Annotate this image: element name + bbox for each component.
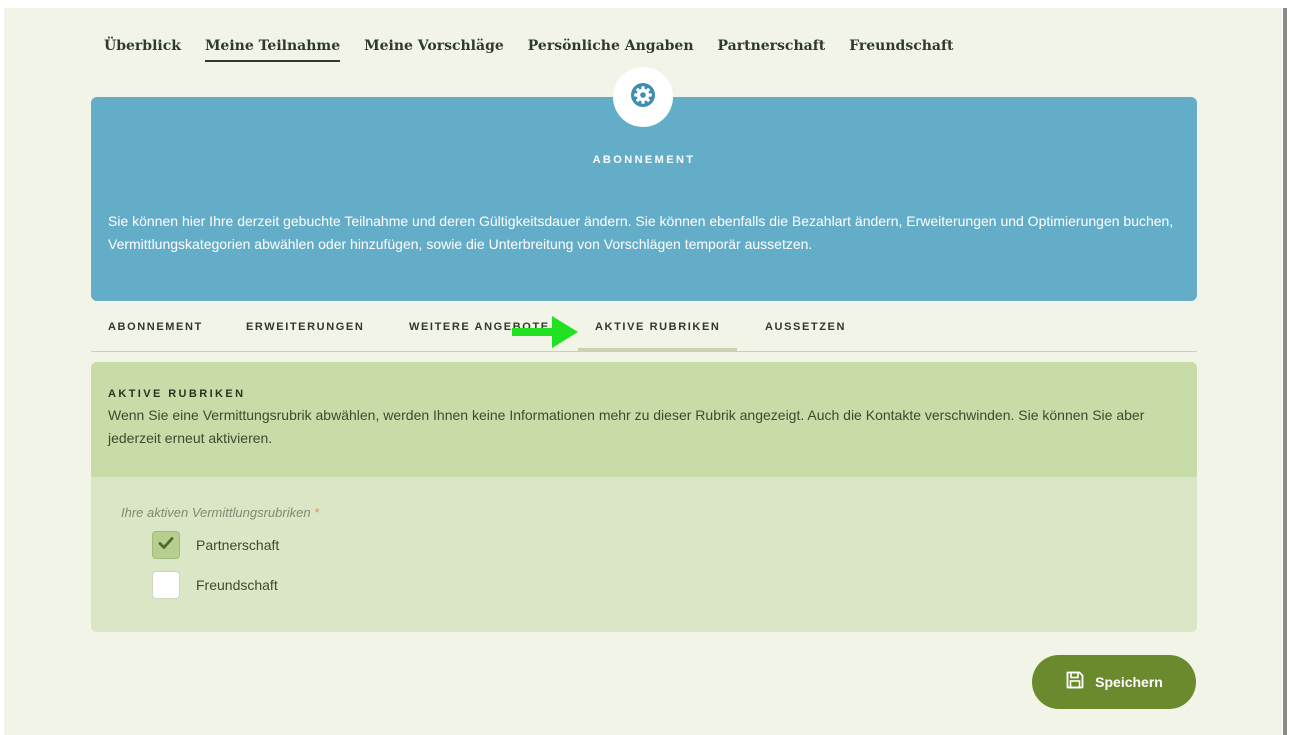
info-banner: ABONNEMENT Sie können hier Ihre derzeit … [91, 97, 1197, 301]
arrow-right-icon [512, 314, 578, 355]
checkbox-label: Partnerschaft [196, 537, 280, 553]
subscription-tabs: ABONNEMENT ERWEITERUNGEN WEITERE ANGEBOT… [91, 313, 1197, 352]
field-label: Ihre aktiven Vermittlungsrubriken * [121, 505, 1197, 520]
nav-item-meine-vorschlaege[interactable]: Meine Vorschläge [364, 38, 504, 62]
panel-header: AKTIVE RUBRIKEN Wenn Sie eine Vermittung… [91, 362, 1197, 477]
banner-description: Sie können hier Ihre derzeit gebuchte Te… [108, 213, 1174, 252]
top-navigation: Überblick Meine Teilnahme Meine Vorschlä… [104, 38, 977, 62]
option-freundschaft[interactable]: Freundschaft [152, 571, 278, 599]
tab-abonnement[interactable]: ABONNEMENT [108, 321, 203, 351]
nav-item-freundschaft[interactable]: Freundschaft [849, 38, 953, 62]
banner-icon-badge [613, 67, 673, 127]
checkbox-partnerschaft[interactable] [152, 531, 180, 559]
checkbox-freundschaft[interactable] [152, 571, 180, 599]
panel-body: Ihre aktiven Vermittlungsrubriken * Partn… [91, 477, 1197, 599]
required-marker: * [314, 505, 320, 520]
nav-item-ueberblick[interactable]: Überblick [104, 38, 181, 62]
nav-item-partnerschaft[interactable]: Partnerschaft [718, 38, 826, 62]
active-categories-panel: AKTIVE RUBRIKEN Wenn Sie eine Vermittung… [91, 362, 1197, 632]
checkmark-icon [158, 536, 174, 555]
panel-description: Wenn Sie eine Vermittungsrubrik abwählen… [108, 407, 1145, 446]
save-button[interactable]: Speichern [1032, 655, 1196, 709]
tab-aussetzen[interactable]: AUSSETZEN [765, 321, 846, 351]
scrollbar[interactable] [1283, 8, 1287, 735]
gear-icon [630, 82, 656, 113]
checkbox-label: Freundschaft [196, 577, 278, 593]
nav-item-meine-teilnahme[interactable]: Meine Teilnahme [204, 38, 341, 62]
panel-title: AKTIVE RUBRIKEN [108, 388, 246, 400]
tab-erweiterungen[interactable]: ERWEITERUNGEN [246, 321, 364, 351]
banner-title: ABONNEMENT [592, 154, 696, 166]
nav-item-persoenliche-angaben[interactable]: Persönliche Angaben [528, 38, 694, 62]
floppy-disk-icon [1065, 670, 1085, 695]
option-partnerschaft[interactable]: Partnerschaft [152, 531, 279, 559]
tab-aktive-rubriken[interactable]: AKTIVE RUBRIKEN [578, 321, 738, 351]
field-label-text: Ihre aktiven Vermittlungsrubriken [121, 505, 311, 520]
save-button-label: Speichern [1095, 674, 1163, 690]
